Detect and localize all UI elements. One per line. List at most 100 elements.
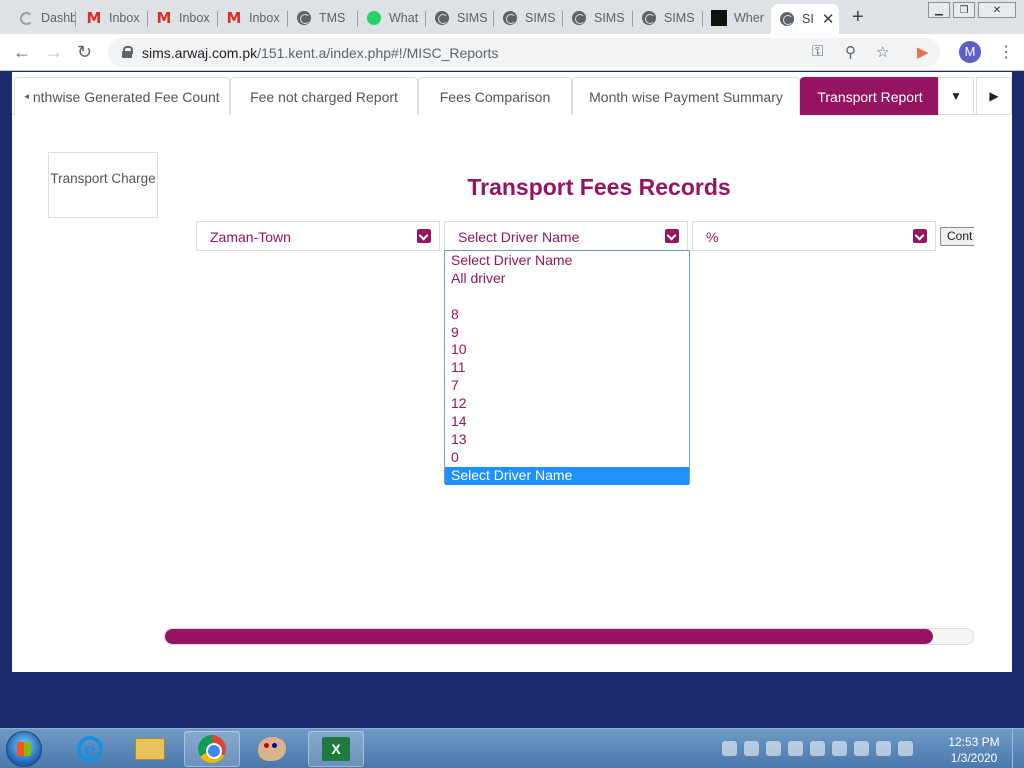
tabs-dropdown-button[interactable]: ▼: [938, 77, 974, 115]
taskbar-file-explorer[interactable]: [122, 731, 178, 767]
driver-option[interactable]: 13: [445, 431, 689, 449]
address-bar[interactable]: sims.arwaj.com.pk/151.kent.a/index.php#!…: [108, 38, 940, 67]
extension-icon[interactable]: ▶: [917, 43, 929, 61]
percent-select[interactable]: %: [692, 221, 936, 251]
driver-option[interactable]: 8: [445, 306, 689, 324]
maximize-button[interactable]: ❐: [953, 2, 975, 18]
volume-icon[interactable]: [810, 741, 825, 756]
browser-tab-title: Dashb: [41, 11, 76, 25]
driver-option[interactable]: 7: [445, 377, 689, 395]
zoom-icon[interactable]: ⚲: [845, 43, 856, 61]
minimize-button[interactable]: ▁: [928, 2, 950, 18]
taskbar-clock[interactable]: 12:53 PM 1/3/2020: [944, 734, 1004, 766]
town-select-value: Zaman-Town: [210, 229, 291, 245]
browser-tab[interactable]: M Inbox: [218, 4, 288, 32]
browser-tab[interactable]: Wher: [703, 4, 771, 32]
browser-tab[interactable]: Dashb: [10, 4, 76, 32]
chevron-down-icon: [665, 229, 679, 243]
profile-avatar[interactable]: M: [959, 41, 981, 63]
driver-option[interactable]: Select Driver Name: [445, 252, 689, 270]
driver-option[interactable]: [445, 288, 689, 306]
menu-kebab-icon[interactable]: ⋮: [998, 42, 1014, 62]
browser-tab-title: SIMS: [457, 11, 488, 25]
key-icon[interactable]: ⚿: [812, 43, 823, 60]
taskbar-internet-explorer[interactable]: e: [62, 731, 118, 767]
browser-tab[interactable]: SIMS: [633, 4, 703, 32]
bookmark-star-icon[interactable]: ☆: [876, 43, 889, 61]
tray-app-icon[interactable]: [766, 741, 781, 756]
driver-option[interactable]: 10: [445, 341, 689, 359]
town-select[interactable]: Zaman-Town: [196, 221, 440, 251]
reload-icon[interactable]: ↻: [77, 42, 92, 63]
browser-tab[interactable]: SIMS: [563, 4, 633, 32]
driver-option[interactable]: Select Driver Name: [445, 466, 689, 485]
tab-fee-not-charged[interactable]: Fee not charged Report: [230, 77, 418, 115]
globe-icon: [641, 10, 657, 26]
close-tab-icon[interactable]: ✕: [822, 10, 835, 28]
browser-tab-title: SIMS: [594, 11, 625, 25]
browser-tab-title: TMS: [319, 11, 346, 25]
tray-app-icon[interactable]: [722, 741, 737, 756]
browser-tab[interactable]: SIMS: [494, 4, 563, 32]
browser-toolbar: ← → ↻ sims.arwaj.com.pk/151.kent.a/index…: [0, 34, 1024, 71]
paint-palette-icon: [258, 737, 286, 761]
browser-tab[interactable]: M Inbox: [78, 4, 148, 32]
new-tab-button[interactable]: +: [852, 6, 864, 29]
back-arrow-icon[interactable]: ←: [13, 42, 31, 63]
bluetooth-icon[interactable]: [832, 741, 847, 756]
excel-icon: X: [322, 737, 350, 761]
tab-month-wise-payment[interactable]: Month wise Payment Summary: [572, 77, 800, 115]
forward-arrow-icon[interactable]: →: [45, 42, 63, 63]
driver-option[interactable]: 11: [445, 359, 689, 377]
show-desktop-button[interactable]: [1012, 729, 1024, 768]
tab-label: Transport Report: [817, 88, 923, 105]
tab-label: nthwise Generated Fee Count: [32, 88, 220, 105]
network-icon[interactable]: [876, 741, 891, 756]
tray-app-icon[interactable]: [744, 741, 759, 756]
driver-option[interactable]: All driver: [445, 270, 689, 288]
taskbar-excel[interactable]: X: [308, 731, 364, 767]
browser-tab-title: Inbox: [109, 11, 140, 25]
start-button[interactable]: [6, 731, 42, 767]
gmail-icon: M: [156, 9, 172, 27]
signal-icon[interactable]: [854, 741, 869, 756]
tab-transport-report[interactable]: Transport Report: [800, 77, 940, 115]
percent-select-value: %: [706, 229, 719, 245]
tab-fees-comparison[interactable]: Fees Comparison: [418, 77, 572, 115]
tab-label: Fee not charged Report: [250, 88, 398, 105]
browser-tab-title: What: [389, 11, 419, 25]
globe-icon: [296, 10, 312, 26]
tab-label: Fees Comparison: [439, 88, 551, 105]
close-window-button[interactable]: ✕: [978, 2, 1016, 18]
taskbar-paint[interactable]: [244, 731, 300, 767]
url-path: /151.kent.a/index.php#!/MISC_Reports: [257, 45, 499, 61]
lock-icon: [122, 46, 133, 58]
browser-tab[interactable]: SIMS: [426, 4, 494, 32]
report-tabs: ◂ nthwise Generated Fee Count Fee not ch…: [12, 77, 1012, 115]
caret-down-icon: ▼: [950, 89, 962, 103]
driver-option[interactable]: 14: [445, 413, 689, 431]
taskbar-chrome[interactable]: [184, 731, 240, 767]
driver-option[interactable]: 12: [445, 395, 689, 413]
action-center-icon[interactable]: [898, 741, 913, 756]
folder-icon: [135, 738, 165, 760]
page-title: Transport Fees Records: [467, 174, 731, 200]
driver-select[interactable]: Select Driver Name: [444, 221, 688, 251]
transport-charge-card[interactable]: Transport Charge: [48, 152, 158, 218]
browser-tab-active[interactable]: SI ✕: [771, 4, 839, 34]
driver-option[interactable]: 9: [445, 324, 689, 342]
continue-button[interactable]: Cont: [940, 227, 974, 246]
progress-bar: [164, 628, 974, 645]
tab-monthwise-fee-count[interactable]: ◂ nthwise Generated Fee Count: [14, 77, 230, 115]
driver-option[interactable]: 0: [445, 449, 689, 467]
browser-tab-title: SIMS: [525, 11, 556, 25]
tabs-scroll-right-button[interactable]: ▶: [976, 77, 1012, 115]
browser-tab[interactable]: What: [358, 4, 426, 32]
gmail-icon: M: [86, 9, 102, 27]
browser-tab[interactable]: M Inbox: [148, 4, 218, 32]
caret-right-icon: ▶: [989, 89, 999, 103]
browser-tab[interactable]: TMS: [288, 4, 358, 32]
clock-date: 1/3/2020: [950, 751, 998, 765]
globe-icon: [571, 10, 587, 26]
tray-app-icon[interactable]: [788, 741, 803, 756]
